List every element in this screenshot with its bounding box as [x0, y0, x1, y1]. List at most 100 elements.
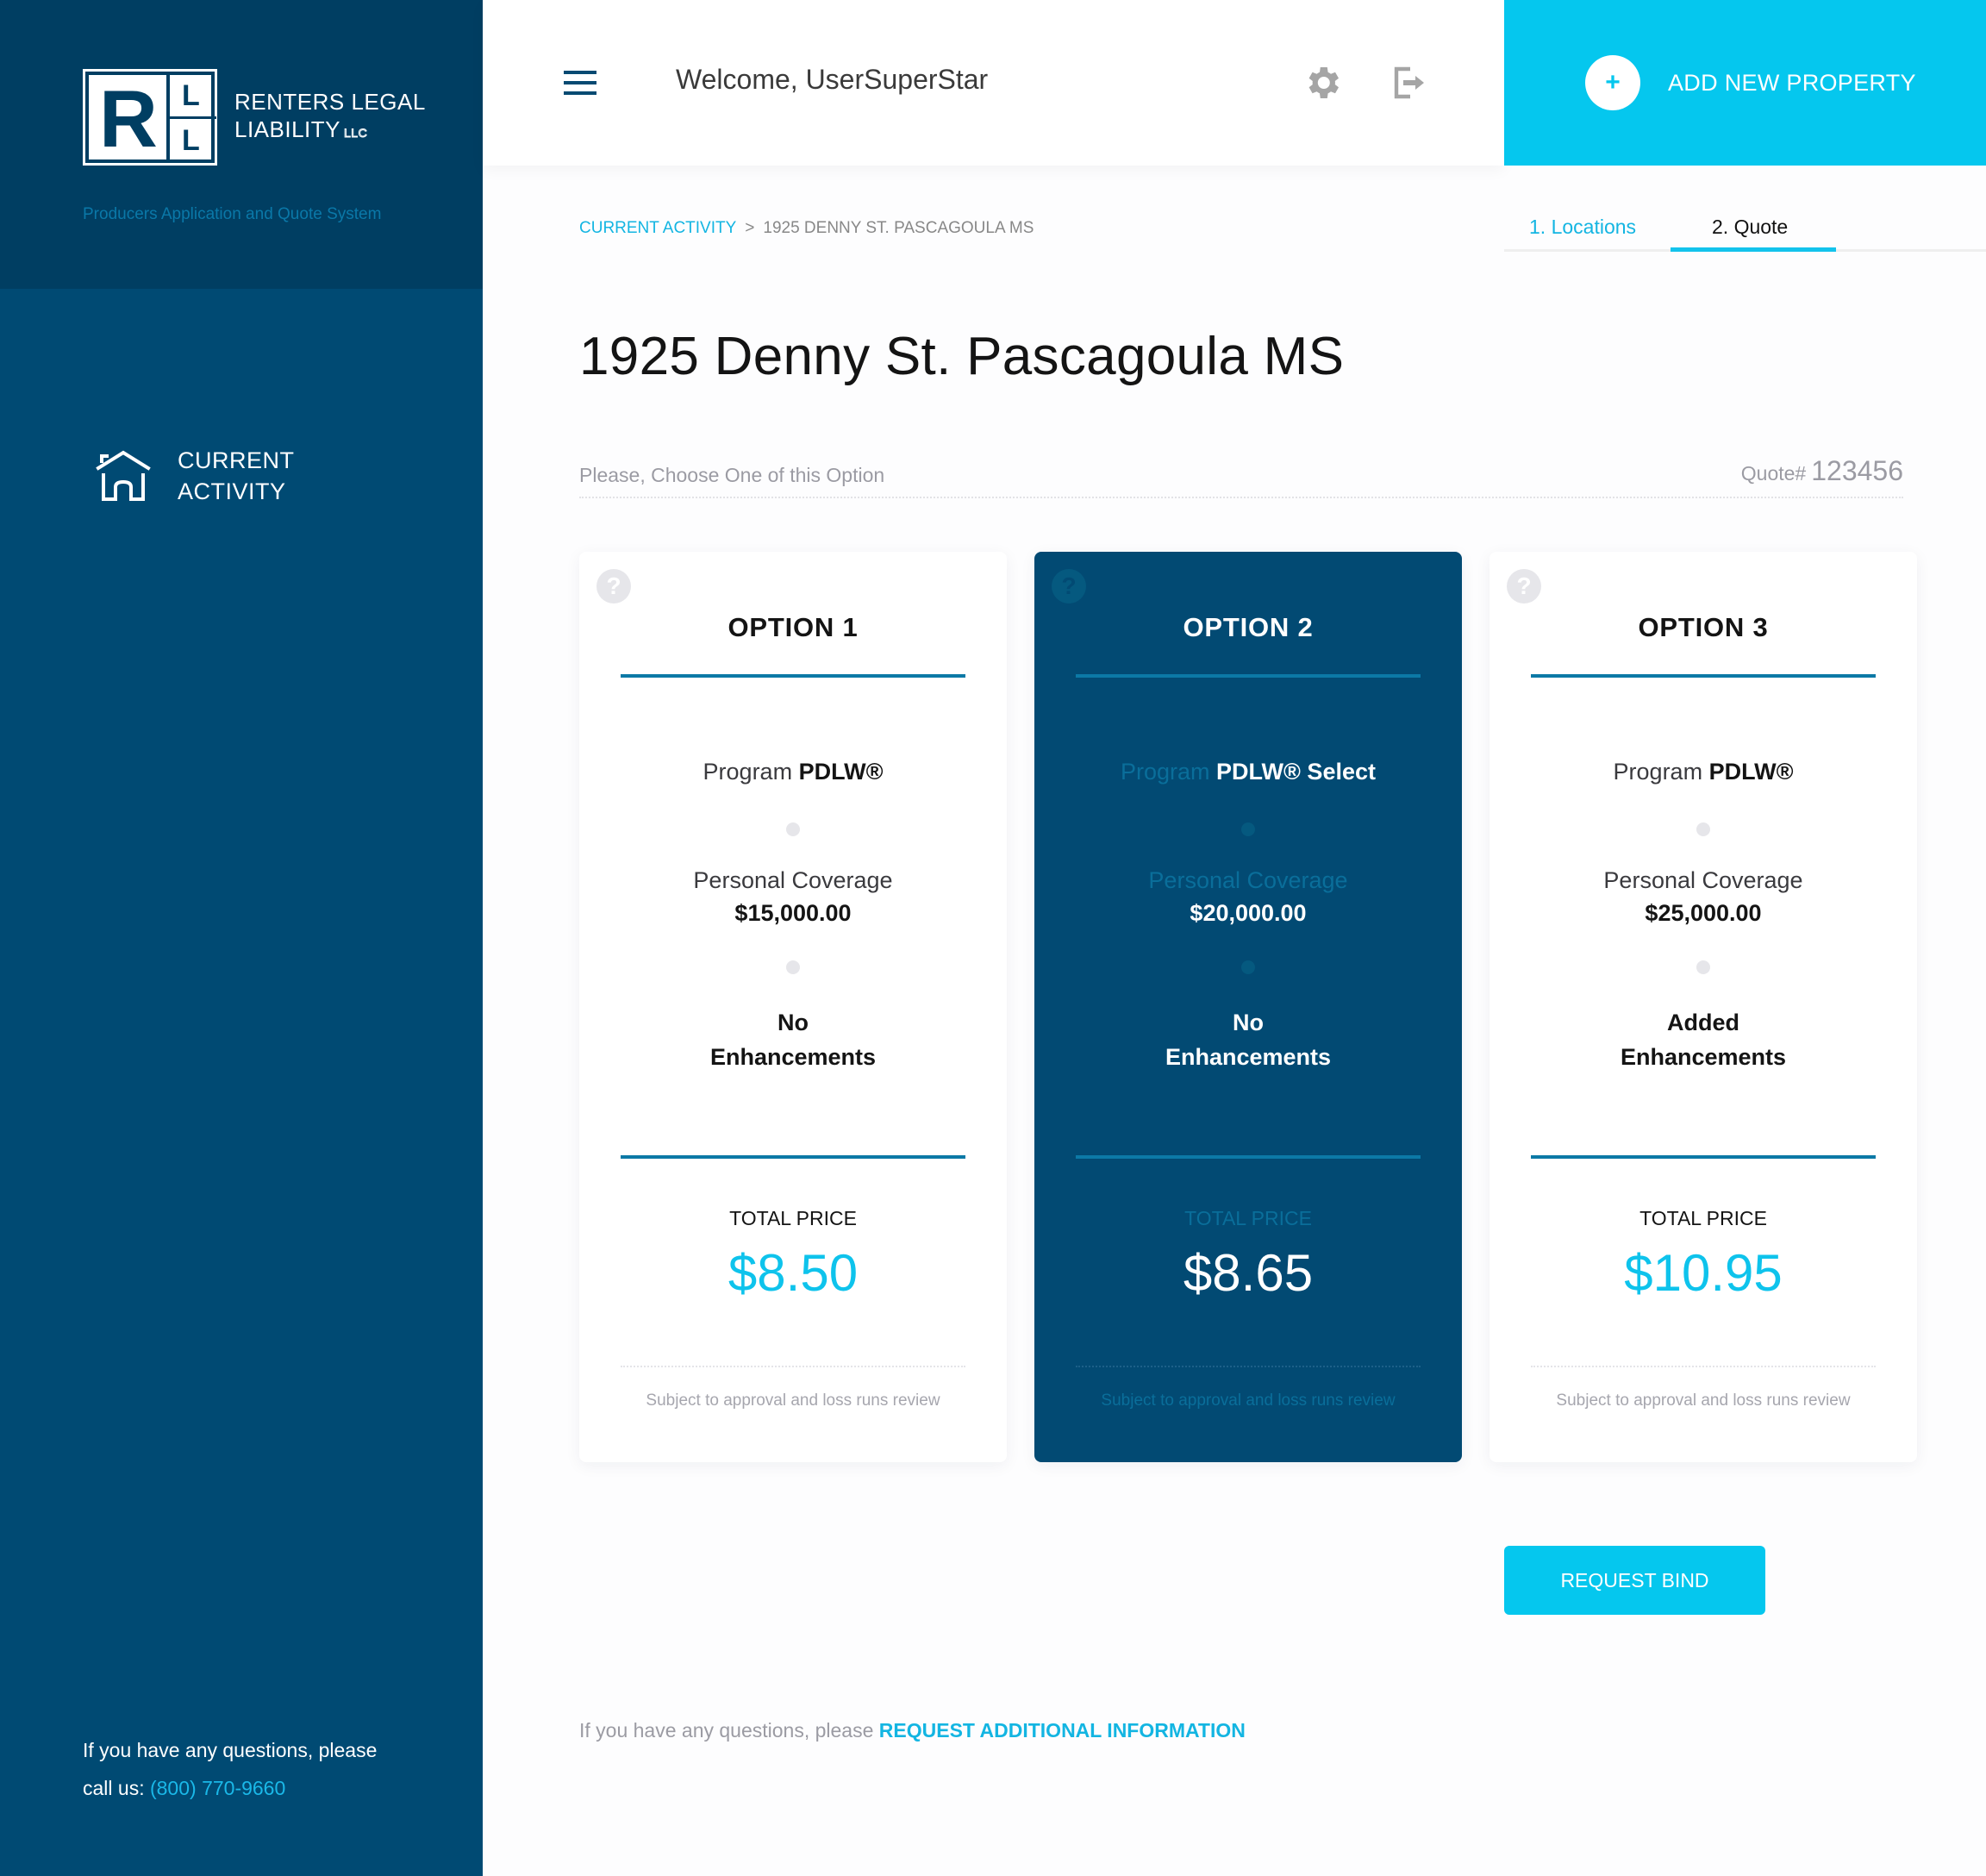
breadcrumb: CURRENT ACTIVITY > 1925 DENNY ST. PASCAG…: [579, 219, 1034, 238]
home-icon: [96, 450, 151, 501]
plus-icon: +: [1585, 55, 1640, 110]
request-additional-information-link[interactable]: REQUEST ADDITIONAL INFORMATION: [879, 1719, 1246, 1742]
total-price-label: TOTAL PRICE: [729, 1207, 857, 1229]
coverage-label: Personal Coverage: [1148, 867, 1348, 893]
add-new-property-label: ADD NEW PROPERTY: [1668, 69, 1916, 96]
separator-dot: [1241, 822, 1255, 836]
coverage-value: $15,000.00: [734, 900, 852, 926]
program-name: PDLW® Select: [1216, 759, 1376, 785]
instruction-text: Please, Choose One of this Option: [579, 464, 885, 486]
top-header: Welcome, UserSuperStar: [483, 0, 1504, 166]
enhancements: No Enhancements: [1138, 1005, 1358, 1074]
logo-letter-l-bottom: L: [182, 124, 200, 157]
program-label: Program: [1121, 759, 1210, 785]
total-price: $8.65: [1183, 1244, 1314, 1302]
enhancements: No Enhancements: [683, 1005, 903, 1074]
logo-hdivider: [170, 116, 216, 119]
coverage-value: $20,000.00: [1190, 900, 1307, 926]
quote-number: Quote# 123456: [1741, 455, 1903, 487]
fine-print: Subject to approval and loss runs review: [1101, 1391, 1396, 1410]
separator-dot: [1696, 960, 1710, 974]
divider: [1076, 674, 1421, 678]
coverage-value: $25,000.00: [1645, 900, 1762, 926]
sidebar-item-label-line2: ACTIVITY: [178, 478, 286, 504]
separator-dot: [1241, 960, 1255, 974]
separator-dot: [786, 960, 800, 974]
sidebar-item-label: CURRENT ACTIVITY: [178, 445, 295, 507]
total-price-label: TOTAL PRICE: [1184, 1207, 1312, 1229]
help-icon[interactable]: ?: [596, 569, 631, 603]
option-card-2[interactable]: ? OPTION 2 Program PDLW® Select Personal…: [1034, 552, 1462, 1462]
logo-mark: R L L: [83, 69, 217, 166]
breadcrumb-current-activity[interactable]: CURRENT ACTIVITY: [579, 219, 736, 238]
program: Program PDLW®: [1490, 759, 1917, 785]
divider: [1076, 1155, 1421, 1159]
fine-print: Subject to approval and loss runs review: [646, 1391, 940, 1410]
option-title: OPTION 1: [728, 612, 859, 642]
program: Program PDLW®: [579, 759, 1007, 785]
brand-tagline: Producers Application and Quote System: [83, 205, 382, 223]
fine-print: Subject to approval and loss runs review: [1556, 1391, 1851, 1410]
dotted-divider: [621, 1366, 965, 1367]
enhancements: Added Enhancements: [1593, 1005, 1814, 1074]
sidebar-contact-line1: If you have any questions, please: [83, 1739, 378, 1761]
divider: [621, 674, 965, 678]
enhancements-line1: Added: [1667, 1010, 1739, 1035]
phone-link[interactable]: (800) 770-9660: [150, 1777, 285, 1799]
total-price-label: TOTAL PRICE: [1639, 1207, 1767, 1229]
help-icon[interactable]: ?: [1507, 569, 1541, 603]
sidebar-item-current-activity[interactable]: CURRENT ACTIVITY: [95, 445, 295, 507]
logo-letter-l-top: L: [182, 79, 200, 112]
brand-name: RENTERS LEGAL LIABILITY LLC: [234, 88, 426, 147]
help-icon[interactable]: ?: [1052, 569, 1086, 603]
request-bind-button[interactable]: REQUEST BIND: [1504, 1546, 1765, 1615]
help-footer: If you have any questions, please REQUES…: [579, 1719, 1246, 1742]
sidebar: R L L RENTERS LEGAL LIABILITY LLC Produce…: [0, 0, 483, 1876]
breadcrumb-current-page: 1925 DENNY ST. PASCAGOULA MS: [763, 219, 1034, 237]
add-new-property-button[interactable]: + ADD NEW PROPERTY: [1504, 0, 1986, 166]
enhancements-line1: No: [778, 1010, 809, 1035]
tab-locations[interactable]: 1. Locations: [1529, 216, 1636, 239]
coverage-label: Personal Coverage: [693, 867, 893, 893]
divider: [1531, 674, 1876, 678]
option-title: OPTION 2: [1183, 612, 1314, 642]
brand-llc: LLC: [343, 126, 368, 141]
enhancements-line2: Enhancements: [1165, 1044, 1332, 1070]
breadcrumb-separator: >: [745, 219, 755, 237]
tab-quote[interactable]: 2. Quote: [1712, 216, 1788, 239]
option-title: OPTION 3: [1638, 612, 1769, 642]
coverage-label: Personal Coverage: [1603, 867, 1803, 893]
program-name: PDLW®: [1708, 759, 1794, 785]
page-title: 1925 Denny St. Pascagoula MS: [579, 327, 1345, 386]
program: Program PDLW® Select: [1034, 759, 1462, 785]
separator-dot: [1696, 822, 1710, 836]
option-card-3[interactable]: ? OPTION 3 Program PDLW® Personal Covera…: [1490, 552, 1917, 1462]
sidebar-brand-area: R L L RENTERS LEGAL LIABILITY LLC Produce…: [0, 0, 483, 289]
total-price: $8.50: [728, 1244, 859, 1302]
quote-number-value: 123456: [1811, 455, 1903, 486]
total-price: $10.95: [1624, 1244, 1783, 1302]
divider: [1531, 1155, 1876, 1159]
brand-name-line1: RENTERS LEGAL: [234, 89, 426, 115]
active-tab-indicator: [1671, 247, 1836, 252]
program-label: Program: [703, 759, 793, 785]
brand-name-line2: LIABILITY: [234, 116, 340, 142]
sidebar-item-label-line1: CURRENT: [178, 447, 295, 473]
menu-icon[interactable]: [564, 71, 596, 95]
quote-number-label: Quote#: [1740, 462, 1807, 485]
step-tabs: 1. Locations 2. Quote: [1504, 207, 1986, 252]
welcome-message: Welcome, UserSuperStar: [676, 64, 989, 95]
enhancements-line1: No: [1233, 1010, 1264, 1035]
help-footer-text: If you have any questions, please: [579, 1719, 874, 1742]
quote-subheader: Please, Choose One of this Option Quote#…: [579, 455, 1903, 498]
logo[interactable]: R L L RENTERS LEGAL LIABILITY LLC: [83, 69, 426, 166]
logo-letter-r: R: [99, 73, 158, 164]
separator-dot: [786, 822, 800, 836]
program-name: PDLW®: [798, 759, 884, 785]
sidebar-contact: If you have any questions, please call u…: [83, 1731, 377, 1807]
option-card-1[interactable]: ? OPTION 1 Program PDLW® Personal Covera…: [579, 552, 1007, 1462]
gear-icon[interactable]: [1302, 62, 1343, 103]
logout-icon[interactable]: [1388, 62, 1429, 103]
enhancements-line2: Enhancements: [1620, 1044, 1787, 1070]
program-label: Program: [1613, 759, 1703, 785]
